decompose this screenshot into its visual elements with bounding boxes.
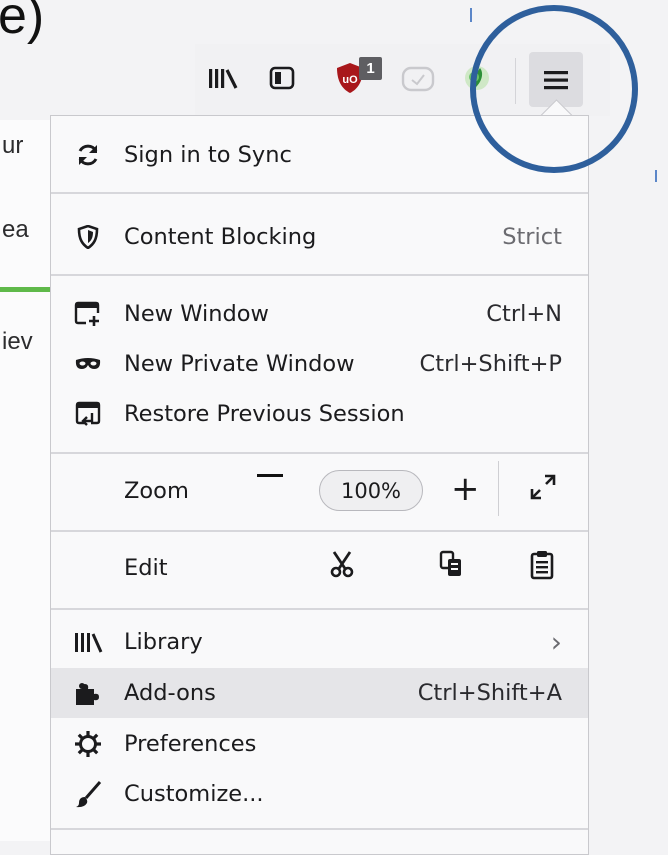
heading-fragment: e) (0, 0, 45, 45)
content-blocking-status: Strict (502, 223, 562, 250)
sidebar-icon[interactable] (265, 58, 299, 98)
paintbrush-icon (73, 779, 103, 809)
guide-tick (470, 8, 472, 22)
guide-tick (655, 170, 657, 182)
fullscreen-icon[interactable] (530, 474, 556, 504)
library-label: Library (124, 629, 203, 655)
gear-icon (73, 729, 103, 759)
new-private-window-label: New Private Window (124, 351, 355, 377)
edit-row: Edit (51, 540, 588, 596)
menu-separator (51, 530, 588, 532)
menu-item-preferences[interactable]: Preferences (51, 719, 588, 769)
menu-item-new-private-window[interactable]: New Private Window Ctrl+Shift+P (51, 340, 588, 388)
page-text-fragment: ea (2, 216, 29, 243)
menu-separator (51, 828, 588, 830)
new-window-label: New Window (124, 301, 269, 327)
zoom-reset-button[interactable]: 100% (319, 470, 423, 511)
cut-icon[interactable] (330, 550, 354, 582)
sync-label: Sign in to Sync (124, 142, 292, 168)
extension-icon[interactable] (459, 58, 495, 98)
preferences-label: Preferences (124, 731, 257, 757)
menu-item-content-blocking[interactable]: Content Blocking Strict (51, 204, 588, 269)
screenshot-icon[interactable] (398, 58, 438, 98)
customize-label: Customize... (124, 781, 264, 807)
progress-accent-bar (0, 287, 50, 292)
zoom-label: Zoom (124, 478, 189, 504)
menu-item-sign-in-sync[interactable]: Sign in to Sync (51, 126, 588, 184)
library-icon (73, 627, 103, 657)
menu-separator (51, 274, 588, 276)
page-text-fragment: ur (2, 132, 24, 159)
new-window-icon (73, 299, 103, 329)
page-text-fragment: iev (2, 328, 33, 355)
menu-item-new-window[interactable]: New Window Ctrl+N (51, 290, 588, 338)
menu-item-library[interactable]: Library › (51, 618, 588, 666)
app-menu-panel: Sign in to Sync Content Blocking Strict … (50, 115, 589, 855)
shield-icon (73, 222, 103, 252)
new-private-window-shortcut: Ctrl+Shift+P (419, 351, 562, 377)
puzzle-icon (73, 678, 103, 708)
toolbar-separator (515, 58, 516, 104)
menu-separator (51, 192, 588, 194)
ublock-count-badge: 1 (359, 57, 382, 80)
svg-text:uO: uO (342, 74, 358, 86)
menu-item-addons[interactable]: Add-ons Ctrl+Shift+A (51, 668, 588, 718)
paste-icon[interactable] (530, 550, 554, 584)
chevron-right-icon: › (550, 625, 562, 659)
sync-icon (73, 140, 103, 170)
menu-separator (51, 452, 588, 454)
restore-session-label: Restore Previous Session (124, 401, 405, 427)
zoom-separator (498, 461, 499, 516)
addons-shortcut: Ctrl+Shift+A (417, 680, 562, 706)
menu-item-restore-session[interactable]: Restore Previous Session (51, 390, 588, 438)
copy-icon[interactable] (439, 550, 463, 582)
private-mask-icon (73, 349, 103, 379)
edit-label: Edit (124, 555, 168, 581)
menu-item-customize[interactable]: Customize... (51, 769, 588, 819)
menu-separator (51, 608, 588, 610)
new-window-shortcut: Ctrl+N (486, 301, 562, 327)
addons-label: Add-ons (124, 680, 216, 706)
restore-session-icon (73, 399, 103, 429)
zoom-out-button[interactable] (257, 474, 283, 477)
library-icon[interactable] (205, 58, 241, 98)
hamburger-menu-icon (544, 70, 568, 89)
content-blocking-label: Content Blocking (124, 223, 317, 250)
zoom-in-button[interactable]: + (451, 472, 480, 506)
